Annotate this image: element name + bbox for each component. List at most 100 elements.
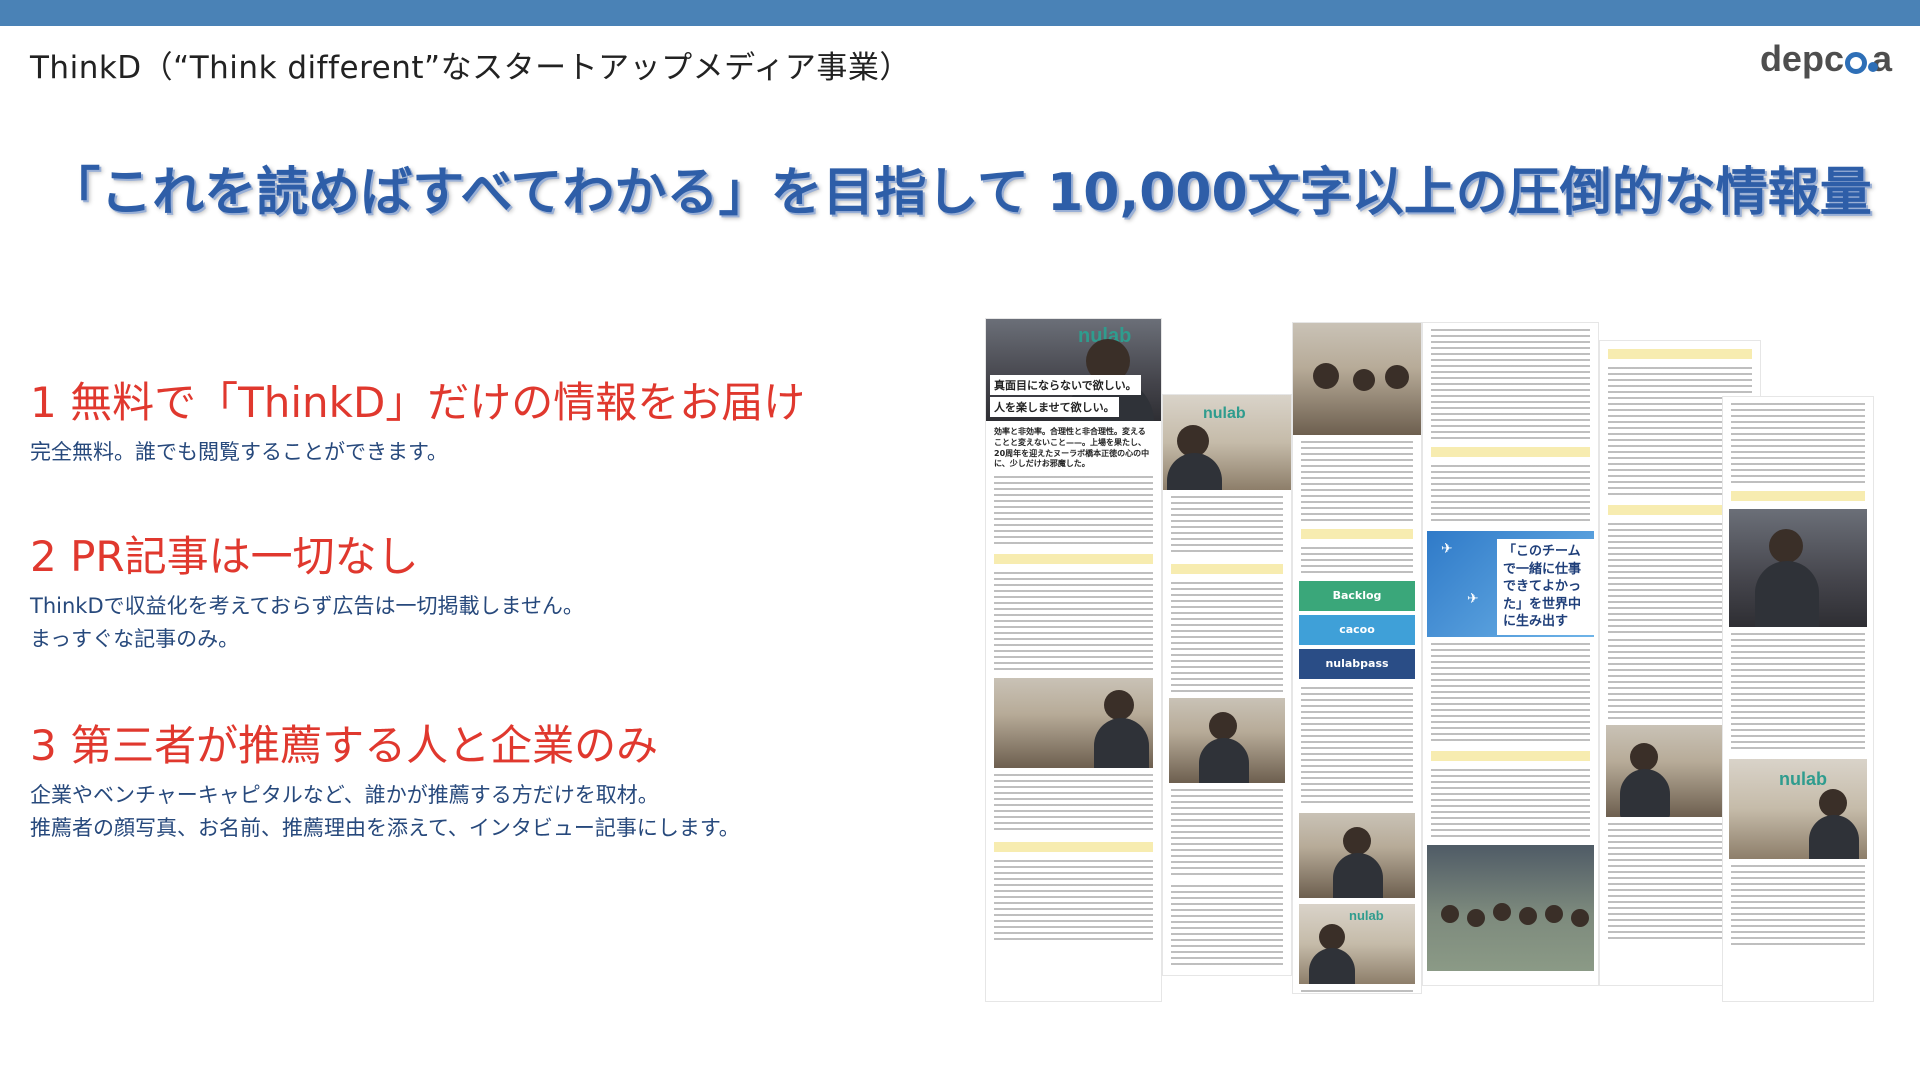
portrait-photo <box>1729 509 1867 627</box>
person-body <box>1199 738 1249 783</box>
body-text <box>1171 885 1283 965</box>
person-head <box>1819 789 1847 817</box>
hero-overlay-text: 人を楽しませて欲しい。 <box>990 397 1119 417</box>
page-title: ThinkD（“Think different”なスタートアップメディア事業） <box>30 50 911 86</box>
logo-dot-icon <box>1867 62 1878 72</box>
point-desc-line: 推薦者の顔写真、お名前、推薦理由を添えて、インタビュー記事にします。 <box>30 815 740 840</box>
person-body <box>1755 561 1819 627</box>
article-page-2: nulab <box>1162 394 1292 976</box>
backlog-card: Backlog <box>1299 581 1415 611</box>
nulabpass-card: nulabpass <box>1299 649 1415 679</box>
person-head <box>1209 712 1237 740</box>
point-recommended-only: 3 第三者が推薦する人と企業のみ 企業やベンチャーキャピタルなど、誰かが推薦する… <box>30 721 740 844</box>
paper-plane-icon: ✈ <box>1441 541 1453 557</box>
slogan-text: 「このチームで一緒に仕事できてよかった」を世界中に生み出す <box>1497 539 1598 635</box>
depcoa-logo: depc a <box>1760 38 1892 80</box>
group-photo <box>1427 845 1594 971</box>
logo-text-left: depc <box>1759 38 1844 79</box>
section-heading-bar <box>1608 349 1752 359</box>
person-body <box>1333 853 1383 898</box>
point-desc-line: 完全無料。誰でも閲覧することができます。 <box>30 440 448 465</box>
top-accent-bar <box>0 0 1920 26</box>
section-heading-bar <box>1431 447 1590 457</box>
point-description: 企業やベンチャーキャピタルなど、誰かが推薦する方だけを取材。 推薦者の顔写真、お… <box>30 779 740 844</box>
body-text <box>994 476 1153 547</box>
article-page-4: ✈ ✈ ✈ 「このチームで一緒に仕事できてよかった」を世界中に生み出す <box>1422 322 1599 986</box>
person-head <box>1104 690 1134 721</box>
nulab-sign: nulab <box>1779 769 1827 789</box>
person-head <box>1571 909 1589 927</box>
interview-photo: nulab <box>1729 759 1867 859</box>
point-desc-line: ThinkDで収益化を考えておらず広告は一切掲載しません。 <box>30 594 584 619</box>
person-body <box>1167 453 1222 490</box>
article-page-3: Backlog cacoo nulabpass nulab <box>1292 322 1422 994</box>
section-heading-bar <box>1731 491 1865 501</box>
section-heading-bar <box>994 554 1153 565</box>
body-text <box>1431 465 1590 525</box>
body-text <box>1171 789 1283 879</box>
body-text <box>994 860 1153 941</box>
person-body <box>1094 718 1149 769</box>
body-text <box>1431 329 1590 439</box>
body-text <box>1431 769 1590 839</box>
interview-photo: nulab <box>1299 904 1415 984</box>
body-text <box>1301 441 1413 521</box>
product-cards: Backlog cacoo nulabpass <box>1299 581 1415 681</box>
interview-photo <box>1169 698 1285 783</box>
logo-text-right: a <box>1871 38 1892 79</box>
cacoo-card: cacoo <box>1299 615 1415 645</box>
person-body <box>1620 769 1670 817</box>
hero-overlay-text: 真面目にならないで欲しい。 <box>990 375 1141 395</box>
hero-photo: nulab 真面目にならないで欲しい。 人を楽しませて欲しい。 <box>986 319 1161 421</box>
logo-ring-icon <box>1844 52 1867 74</box>
person-head <box>1545 905 1563 923</box>
body-text <box>1731 865 1865 945</box>
point-free: 1 無料で「ThinkD」だけの情報をお届け 完全無料。誰でも閲覧することができ… <box>30 378 805 469</box>
section-heading-bar <box>1171 564 1283 574</box>
person-head <box>1385 365 1409 389</box>
person-head <box>1467 909 1485 927</box>
paper-plane-icon: ✈ <box>1467 591 1479 607</box>
point-description: 完全無料。誰でも閲覧することができます。 <box>30 436 805 469</box>
article-page-1: nulab 真面目にならないで欲しい。 人を楽しませて欲しい。 効率と非効率。合… <box>985 318 1162 1002</box>
interview-photo <box>994 678 1153 769</box>
nulab-sign: nulab <box>1203 405 1246 422</box>
body-text <box>1171 496 1283 556</box>
article-lead: 効率と非効率。合理性と非合理性。変えることと変えないこと——。上場を果たし、20… <box>994 427 1150 469</box>
body-text <box>1171 582 1283 692</box>
body-text <box>994 572 1153 673</box>
body-text <box>1301 547 1413 575</box>
person-head <box>1441 905 1459 923</box>
body-text <box>1431 643 1590 743</box>
point-desc-line: まっすぐな記事のみ。 <box>30 626 240 651</box>
point-desc-line: 企業やベンチャーキャピタルなど、誰かが推薦する方だけを取材。 <box>30 783 659 808</box>
interview-photo: nulab <box>1163 395 1291 490</box>
person-head <box>1493 903 1511 921</box>
point-description: ThinkDで収益化を考えておらず広告は一切掲載しません。 まっすぐな記事のみ。 <box>30 590 584 655</box>
person-head <box>1343 827 1371 855</box>
person-head <box>1519 907 1537 925</box>
body-text <box>1301 990 1413 993</box>
section-heading-bar <box>994 842 1153 853</box>
body-text <box>1731 403 1865 483</box>
person-head <box>1313 363 1339 389</box>
person-head <box>1319 924 1345 950</box>
main-headline: 「これを読めばすべてわかる」を目指して 10,000文字以上の圧倒的な情報量 <box>48 163 1872 223</box>
slogan-image: ✈ ✈ ✈ 「このチームで一緒に仕事できてよかった」を世界中に生み出す <box>1427 531 1598 637</box>
point-title: 2 PR記事は一切なし <box>30 532 419 581</box>
body-text <box>994 774 1153 835</box>
point-no-pr: 2 PR記事は一切なし ThinkDで収益化を考えておらず広告は一切掲載しません… <box>30 532 584 655</box>
body-text <box>1301 687 1413 807</box>
person-body <box>1809 815 1859 859</box>
section-heading-bar <box>1301 529 1413 539</box>
person-head <box>1630 743 1658 771</box>
person-head <box>1769 529 1803 563</box>
event-photo <box>1293 323 1421 435</box>
point-title: 1 無料で「ThinkD」だけの情報をお届け <box>30 378 806 427</box>
nulab-sign: nulab <box>1349 908 1384 923</box>
interview-photo <box>1299 813 1415 898</box>
person-head <box>1353 369 1375 391</box>
section-heading-bar <box>1431 751 1590 761</box>
point-title: 3 第三者が推薦する人と企業のみ <box>30 721 659 770</box>
person-body <box>1309 948 1355 984</box>
